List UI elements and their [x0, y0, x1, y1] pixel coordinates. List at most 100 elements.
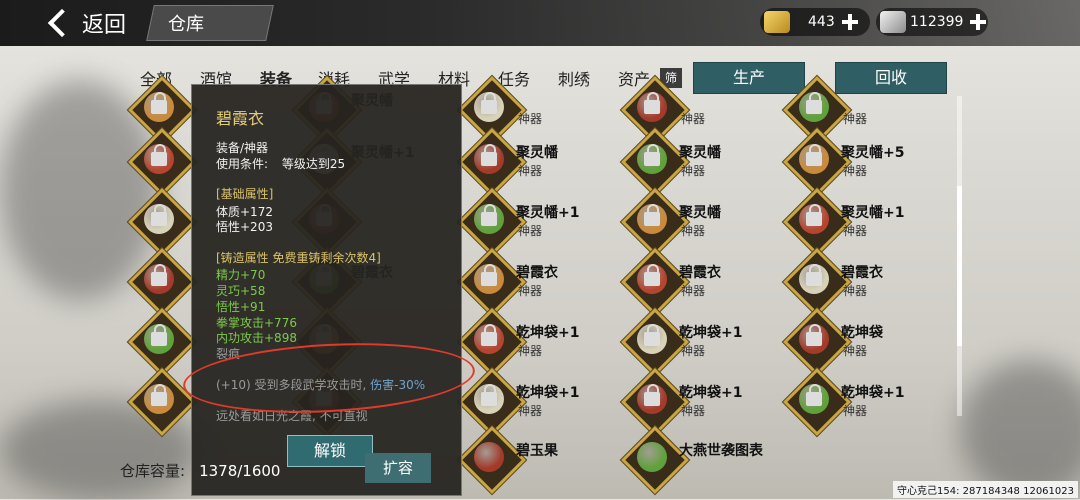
lock-icon [151, 384, 167, 406]
item-slot[interactable] [783, 188, 851, 256]
storage-value: 1378/1600 [199, 462, 281, 480]
lock-icon [644, 324, 660, 346]
player-info-footer: 守心克己154: 287184348 12061023 [893, 481, 1078, 498]
item-slot[interactable] [458, 188, 526, 256]
item-slot[interactable] [621, 76, 689, 144]
item-name: 乾坤袋+1 [516, 325, 580, 341]
item-slot[interactable] [458, 76, 526, 144]
item-type: 神器 [681, 404, 706, 418]
forge-attributes-header: [铸造属性 免费重铸剩余次数4] [216, 251, 381, 265]
lock-icon [151, 144, 167, 166]
item-detail-panel: 碧霞衣 装备/神器 使用条件: 等级达到25 [基础属性] 体质+172 悟性+… [191, 84, 462, 496]
forge-stat: 灵巧+58 [216, 284, 266, 298]
page-title: 仓库 [168, 14, 204, 35]
unlock-button[interactable]: 解锁 [287, 435, 373, 467]
item-name: 乾坤袋 [841, 325, 883, 341]
item-slot[interactable] [621, 128, 689, 196]
lock-icon [644, 92, 660, 114]
requirement-value: 等级达到25 [281, 157, 346, 171]
recycle-button[interactable]: 回收 [835, 62, 947, 94]
lock-icon [806, 384, 822, 406]
item-type: 神器 [518, 404, 543, 418]
lock-icon [481, 324, 497, 346]
item-slot[interactable] [128, 248, 196, 316]
silver-ingot-icon [880, 11, 906, 33]
item-slot[interactable] [621, 368, 689, 436]
item-slot[interactable] [128, 76, 196, 144]
item-slot[interactable] [783, 308, 851, 376]
forge-stat: 悟性+91 [216, 300, 266, 314]
lock-icon [481, 264, 497, 286]
expand-storage-button[interactable]: 扩容 [365, 453, 431, 483]
add-silver-icon[interactable] [969, 13, 987, 31]
ink-splash-right [960, 360, 1080, 500]
lock-icon [151, 204, 167, 226]
back-label: 返回 [82, 13, 127, 38]
item-type: 神器 [681, 164, 706, 178]
item-slot[interactable] [783, 128, 851, 196]
item-name: 碧霞衣 [516, 265, 558, 281]
item-name: 乾坤袋+1 [516, 385, 580, 401]
item-slot[interactable] [621, 188, 689, 256]
item-type: 神器 [681, 112, 706, 126]
lock-icon [644, 384, 660, 406]
item-type: 神器 [518, 344, 543, 358]
item-name: 大燕世袭图表 [679, 443, 763, 459]
lock-icon [151, 264, 167, 286]
lock-icon [806, 144, 822, 166]
lock-icon [151, 324, 167, 346]
item-icon [637, 442, 667, 472]
item-slot[interactable] [128, 308, 196, 376]
silver-amount: 112399 [910, 14, 964, 30]
item-slot[interactable] [128, 128, 196, 196]
storage-label: 仓库容量: [120, 462, 186, 480]
scrollbar-thumb[interactable] [957, 186, 962, 346]
lock-icon [481, 384, 497, 406]
item-icon [474, 442, 504, 472]
item-type: 神器 [681, 224, 706, 238]
item-type: 神器 [843, 284, 868, 298]
item-slot[interactable] [128, 188, 196, 256]
item-slot[interactable] [783, 368, 851, 436]
lock-icon [644, 264, 660, 286]
item-type: 神器 [843, 224, 868, 238]
item-slot[interactable] [621, 248, 689, 316]
item-slot[interactable] [458, 248, 526, 316]
page-title-tab [146, 5, 274, 41]
item-detail-requirement: 使用条件: 等级达到25 [216, 155, 345, 172]
item-name: 碧霞衣 [679, 265, 721, 281]
item-name: 聚灵幡+5 [841, 145, 905, 161]
item-slot[interactable] [621, 308, 689, 376]
item-type: 神器 [681, 344, 706, 358]
add-gold-icon[interactable] [841, 13, 859, 31]
base-stat: 悟性+203 [216, 220, 273, 234]
item-name: 聚灵幡 [516, 145, 558, 161]
gold-currency: 443 [760, 8, 870, 36]
item-slot[interactable] [128, 368, 196, 436]
forge-stat: 精力+70 [216, 268, 266, 282]
lock-icon [481, 144, 497, 166]
tab-embroidery[interactable]: 刺绣 [558, 66, 590, 90]
item-detail-category: 装备/神器 [216, 141, 269, 155]
grid-scrollbar[interactable] [957, 96, 962, 416]
back-button[interactable]: 返回 [47, 6, 127, 40]
forge-stat: 内功攻击+898 [216, 331, 297, 345]
lock-icon [644, 204, 660, 226]
item-slot[interactable] [783, 248, 851, 316]
item-name: 碧霞衣 [841, 265, 883, 281]
item-name: 碧玉果 [516, 443, 558, 459]
item-slot[interactable] [458, 308, 526, 376]
item-slot[interactable] [458, 426, 526, 494]
item-name: 聚灵幡+1 [841, 205, 905, 221]
storage-capacity: 仓库容量: 1378/1600 [120, 460, 280, 481]
lock-icon [806, 204, 822, 226]
item-slot[interactable] [458, 128, 526, 196]
item-type: 神器 [518, 164, 543, 178]
item-type: 神器 [518, 112, 543, 126]
item-name: 聚灵幡 [679, 145, 721, 161]
item-name: 聚灵幡 [679, 205, 721, 221]
item-type: 神器 [518, 224, 543, 238]
lock-icon [151, 92, 167, 114]
item-slot[interactable] [783, 76, 851, 144]
item-slot[interactable] [621, 426, 689, 494]
